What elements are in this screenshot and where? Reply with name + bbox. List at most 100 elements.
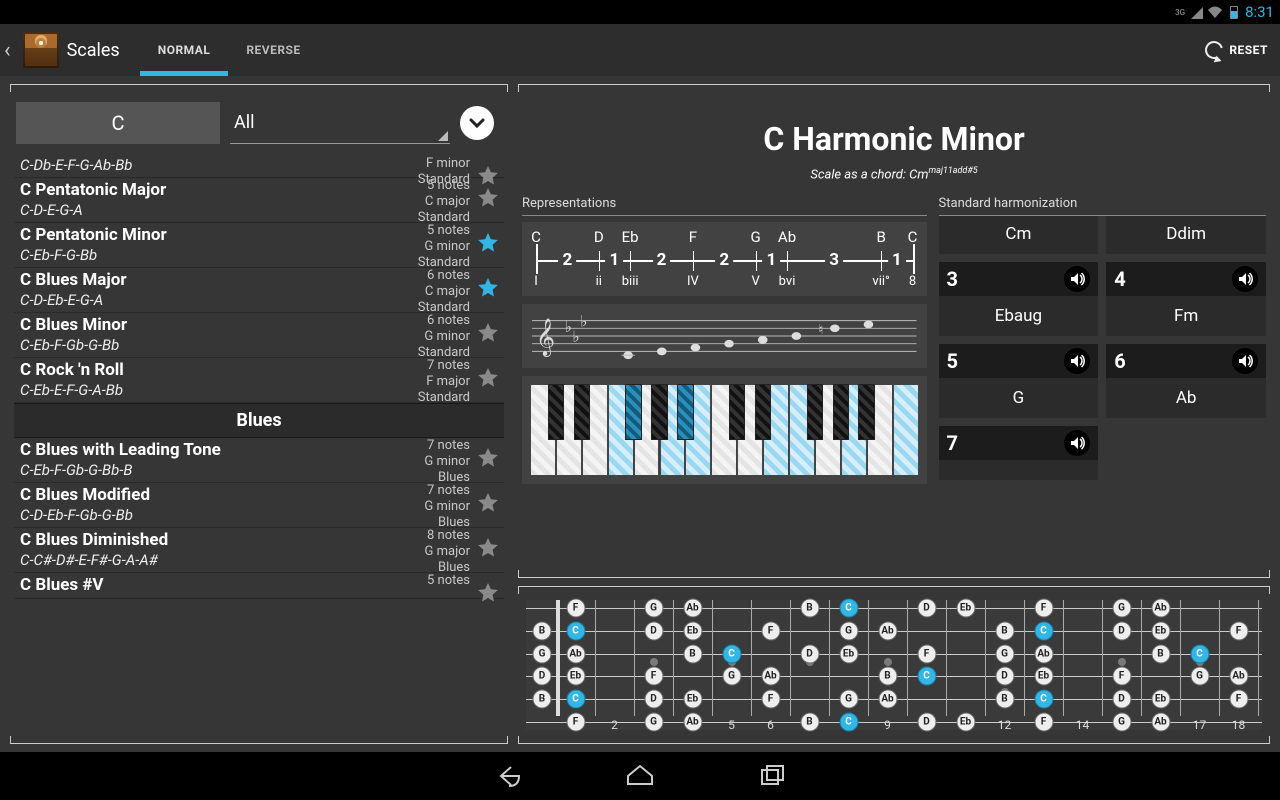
scale-list-item[interactable]: C Blues MajorC-D-Eb-E-G-A6 notesC majorS… (14, 268, 504, 313)
piano-white-key[interactable] (893, 384, 919, 476)
fretboard-note[interactable]: D (644, 621, 663, 640)
fretboard-note[interactable]: G (1112, 713, 1131, 732)
back-icon[interactable]: ‹ (2, 38, 15, 63)
chord-card[interactable]: 7 (939, 426, 1099, 480)
favorite-button[interactable] (476, 491, 500, 515)
play-chord-button[interactable] (1232, 348, 1258, 374)
fretboard-note[interactable]: C (839, 713, 858, 732)
fretboard-note[interactable]: Eb (1151, 690, 1170, 709)
fretboard-note[interactable]: G (533, 644, 552, 663)
fretboard-note[interactable]: Ab (1151, 713, 1170, 732)
fretboard-note[interactable]: B (1151, 644, 1170, 663)
app-icon[interactable] (23, 32, 59, 68)
fretboard-note[interactable]: F (1034, 599, 1053, 618)
fretboard-note[interactable]: B (995, 621, 1014, 640)
fretboard-note[interactable]: B (683, 644, 702, 663)
fretboard-note[interactable]: D (800, 644, 819, 663)
fretboard-note[interactable]: F (644, 667, 663, 686)
fretboard-note[interactable]: G (839, 621, 858, 640)
fretboard-note[interactable]: B (533, 690, 552, 709)
nav-back-button[interactable] (492, 760, 524, 792)
staff-notation[interactable]: 𝄞 ♭ ♭ ♭ (522, 304, 927, 368)
favorite-button[interactable] (476, 231, 500, 255)
piano-black-key[interactable] (574, 384, 591, 439)
fretboard-note[interactable]: D (917, 713, 936, 732)
fretboard-note[interactable]: Ab (566, 644, 585, 663)
fretboard-note[interactable]: Eb (956, 713, 975, 732)
fretboard-note[interactable]: D (644, 690, 663, 709)
fretboard-note[interactable]: C (566, 621, 585, 640)
fretboard-note[interactable]: Ab (1229, 667, 1248, 686)
fretboard-note[interactable]: D (995, 667, 1014, 686)
piano-black-key[interactable] (833, 384, 850, 439)
fretboard-note[interactable]: G (839, 690, 858, 709)
fretboard-note[interactable]: Ab (878, 621, 897, 640)
fretboard-note[interactable]: G (644, 599, 663, 618)
fretboard-note[interactable]: F (761, 621, 780, 640)
fretboard-note[interactable]: F (1229, 621, 1248, 640)
fretboard-note[interactable]: F (566, 599, 585, 618)
favorite-button[interactable] (476, 446, 500, 470)
scale-list-item[interactable]: C Blues DiminishedC-C#-D#-E-F#-G-A-A#8 n… (14, 528, 504, 573)
fretboard-note[interactable]: C (1034, 621, 1053, 640)
fretboard-note[interactable]: Eb (956, 599, 975, 618)
scale-list-item[interactable]: C Pentatonic MinorC-Eb-F-G-Bb5 notesG mi… (14, 223, 504, 268)
fretboard-note[interactable]: C (839, 599, 858, 618)
fretboard-note[interactable]: C (566, 690, 585, 709)
fretboard-note[interactable]: B (800, 599, 819, 618)
play-chord-button[interactable] (1064, 348, 1090, 374)
tab-reverse[interactable]: REVERSE (228, 24, 318, 76)
fretboard-note[interactable]: D (533, 667, 552, 686)
fretboard-note[interactable]: Eb (839, 644, 858, 663)
piano-black-key[interactable] (729, 384, 746, 439)
favorite-button[interactable] (476, 366, 500, 390)
play-chord-button[interactable] (1232, 266, 1258, 292)
chord-card[interactable]: 4Fm (1106, 262, 1266, 336)
piano-black-key[interactable] (755, 384, 772, 439)
fretboard-note[interactable]: B (533, 621, 552, 640)
fretboard-note[interactable]: Eb (566, 667, 585, 686)
category-dropdown[interactable]: All (230, 102, 450, 144)
fretboard-note[interactable]: F (1112, 667, 1131, 686)
fretboard-note[interactable]: D (917, 599, 936, 618)
favorite-button[interactable] (476, 186, 500, 210)
piano-black-key[interactable] (858, 384, 875, 439)
scale-list[interactable]: C-Db-E-F-G-Ab-BbF minorStandardC Pentato… (14, 156, 504, 736)
fretboard-note[interactable]: C (1034, 690, 1053, 709)
fretboard-note[interactable]: C (722, 644, 741, 663)
play-chord-button[interactable] (1064, 430, 1090, 456)
fretboard-note[interactable]: C (917, 667, 936, 686)
favorite-button[interactable] (476, 536, 500, 560)
scale-list-item[interactable]: C Blues #V5 notes (14, 573, 504, 599)
reset-button[interactable]: RESET (1205, 41, 1280, 59)
play-chord-button[interactable] (1064, 266, 1090, 292)
fretboard-note[interactable]: Eb (683, 690, 702, 709)
nav-home-button[interactable] (624, 760, 656, 792)
fretboard-note[interactable]: Ab (1151, 599, 1170, 618)
fretboard-note[interactable]: D (1112, 690, 1131, 709)
scale-list-item[interactable]: C Blues MinorC-Eb-F-Gb-G-Bb6 notesG mino… (14, 313, 504, 358)
fretboard-note[interactable]: B (800, 713, 819, 732)
fretboard-note[interactable]: Ab (761, 667, 780, 686)
favorite-button[interactable] (476, 581, 500, 605)
fretboard-note[interactable]: Ab (683, 713, 702, 732)
scale-list-item[interactable]: C Rock 'n RollC-Eb-E-F-G-A-Bb7 notesF ma… (14, 358, 504, 403)
fretboard-note[interactable]: G (995, 644, 1014, 663)
fretboard-note[interactable]: F (566, 713, 585, 732)
piano-keyboard[interactable] (522, 376, 927, 484)
favorite-button[interactable] (476, 276, 500, 300)
fretboard-note[interactable]: G (644, 713, 663, 732)
scale-list-item[interactable]: C Blues ModifiedC-D-Eb-F-Gb-G-Bb7 notesG… (14, 483, 504, 528)
fretboard-note[interactable]: F (1229, 690, 1248, 709)
fretboard-note[interactable]: Eb (1034, 667, 1053, 686)
interval-graph[interactable]: CDEbFGAbBC2122131IiibiiiIVVbvivii°8 (522, 222, 927, 296)
chord-card[interactable]: 1Cm (939, 215, 1099, 254)
piano-black-key[interactable] (807, 384, 824, 439)
favorite-button[interactable] (476, 321, 500, 345)
fretboard-note[interactable]: F (761, 690, 780, 709)
fretboard-note[interactable]: Eb (1151, 621, 1170, 640)
harmonization-grid[interactable]: 1Cm2Ddim3Ebaug4Fm5G6Ab7 (939, 215, 1266, 480)
chord-card[interactable]: 6Ab (1106, 344, 1266, 418)
chord-card[interactable]: 3Ebaug (939, 262, 1099, 336)
fretboard-note[interactable]: F (917, 644, 936, 663)
